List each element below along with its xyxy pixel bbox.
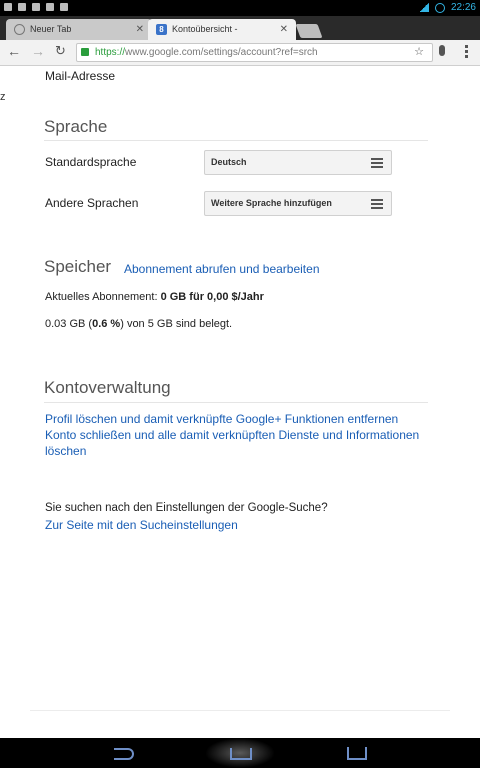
subscription-label: Aktuelles Abonnement: — [45, 291, 161, 303]
usage-percent: 0.6 % — [92, 318, 121, 330]
select-value: Deutsch — [211, 157, 247, 167]
status-bar-system: 22:26 — [418, 2, 476, 13]
close-icon[interactable]: ✕ — [280, 19, 288, 40]
other-languages-label: Andere Sprachen — [45, 196, 139, 210]
browser-toolbar: ← → ↻ https://www.google.com/settings/ac… — [0, 40, 480, 66]
google-favicon-icon: 8 — [156, 24, 167, 35]
section-divider — [44, 402, 428, 403]
url-text: www.google.com/settings/account?ref=srch — [125, 47, 318, 58]
search-settings-question: Sie suchen nach den Einstellungen der Go… — [45, 502, 328, 514]
search-settings-link[interactable]: Zur Seite mit den Sucheinstellungen — [45, 518, 238, 532]
list-icon — [371, 199, 383, 211]
back-arrow-icon[interactable]: ← — [7, 43, 21, 59]
signal-icon — [418, 3, 429, 12]
new-tab-button[interactable] — [295, 24, 323, 38]
section-divider — [44, 140, 428, 141]
section-heading-storage: Speicher — [44, 257, 112, 276]
status-bar: 22:26 — [0, 0, 480, 16]
url-scheme: https:// — [95, 47, 126, 58]
tab-account-overview[interactable]: 8 Kontoübersicht - ✕ — [148, 19, 296, 40]
home-icon[interactable] — [228, 744, 252, 762]
page-content: z Mail-Adresse Sprache Standardsprache D… — [0, 66, 480, 738]
account-management-links: Profil löschen und damit verknüpfte Goog… — [45, 411, 430, 459]
clock: 22:26 — [450, 2, 476, 13]
section-heading-language: Sprache — [44, 117, 108, 136]
back-icon[interactable] — [112, 744, 136, 762]
address-bar[interactable]: https://www.google.com/settings/account?… — [76, 43, 433, 62]
mail-address-label: Mail-Adresse — [45, 69, 116, 83]
tab-label: Neuer Tab — [30, 24, 72, 34]
gallery-icon — [18, 3, 26, 11]
storage-usage: 0.03 GB (0.6 %) von 5 GB sind belegt. — [45, 318, 232, 330]
system-nav-bar — [0, 738, 480, 768]
tab-new-tab[interactable]: Neuer Tab ✕ — [6, 19, 152, 40]
delete-profile-link[interactable]: Profil löschen und damit verknüpfte Goog… — [45, 411, 430, 427]
battery-icon — [434, 2, 445, 13]
subscription-value: 0 GB für 0,00 $/Jahr — [160, 291, 264, 303]
list-icon — [371, 158, 383, 170]
lock-icon — [81, 48, 89, 56]
usage-suffix: ) von 5 GB sind belegt. — [120, 318, 233, 330]
select-value: Weitere Sprache hinzufügen — [211, 198, 332, 208]
usage-prefix: 0.03 GB ( — [45, 318, 93, 330]
close-icon[interactable]: ✕ — [136, 19, 144, 40]
add-language-select[interactable]: Weitere Sprache hinzufügen — [204, 191, 392, 216]
notification-icon — [4, 3, 12, 11]
default-language-select[interactable]: Deutsch — [204, 150, 392, 175]
section-heading-account-management: Kontoverwaltung — [44, 378, 171, 397]
chrome-icon — [14, 24, 25, 35]
reload-icon[interactable]: ↻ — [55, 43, 66, 59]
star-icon[interactable]: ☆ — [414, 44, 424, 61]
overflow-menu-icon[interactable] — [465, 45, 468, 60]
page-footer-divider — [30, 710, 450, 711]
microphone-icon[interactable] — [439, 45, 445, 56]
default-language-label: Standardsprache — [45, 155, 137, 169]
tab-label: Kontoübersicht - — [172, 24, 238, 34]
recent-apps-icon[interactable] — [344, 744, 367, 762]
status-bar-notifications — [4, 3, 68, 11]
manage-subscription-link[interactable]: Abonnement abrufen und bearbeiten — [124, 262, 320, 276]
stray-text: z — [0, 91, 6, 103]
subscription-info: Aktuelles Abonnement: 0 GB für 0,00 $/Ja… — [45, 291, 264, 303]
play-icon — [60, 3, 68, 11]
close-account-link[interactable]: Konto schließen und alle damit verknüpft… — [45, 427, 430, 459]
tab-strip: Neuer Tab ✕ 8 Kontoübersicht - ✕ — [0, 16, 480, 40]
screenshot-icon — [46, 3, 54, 11]
forward-arrow-icon[interactable]: → — [31, 43, 45, 59]
usb-icon — [32, 3, 40, 11]
